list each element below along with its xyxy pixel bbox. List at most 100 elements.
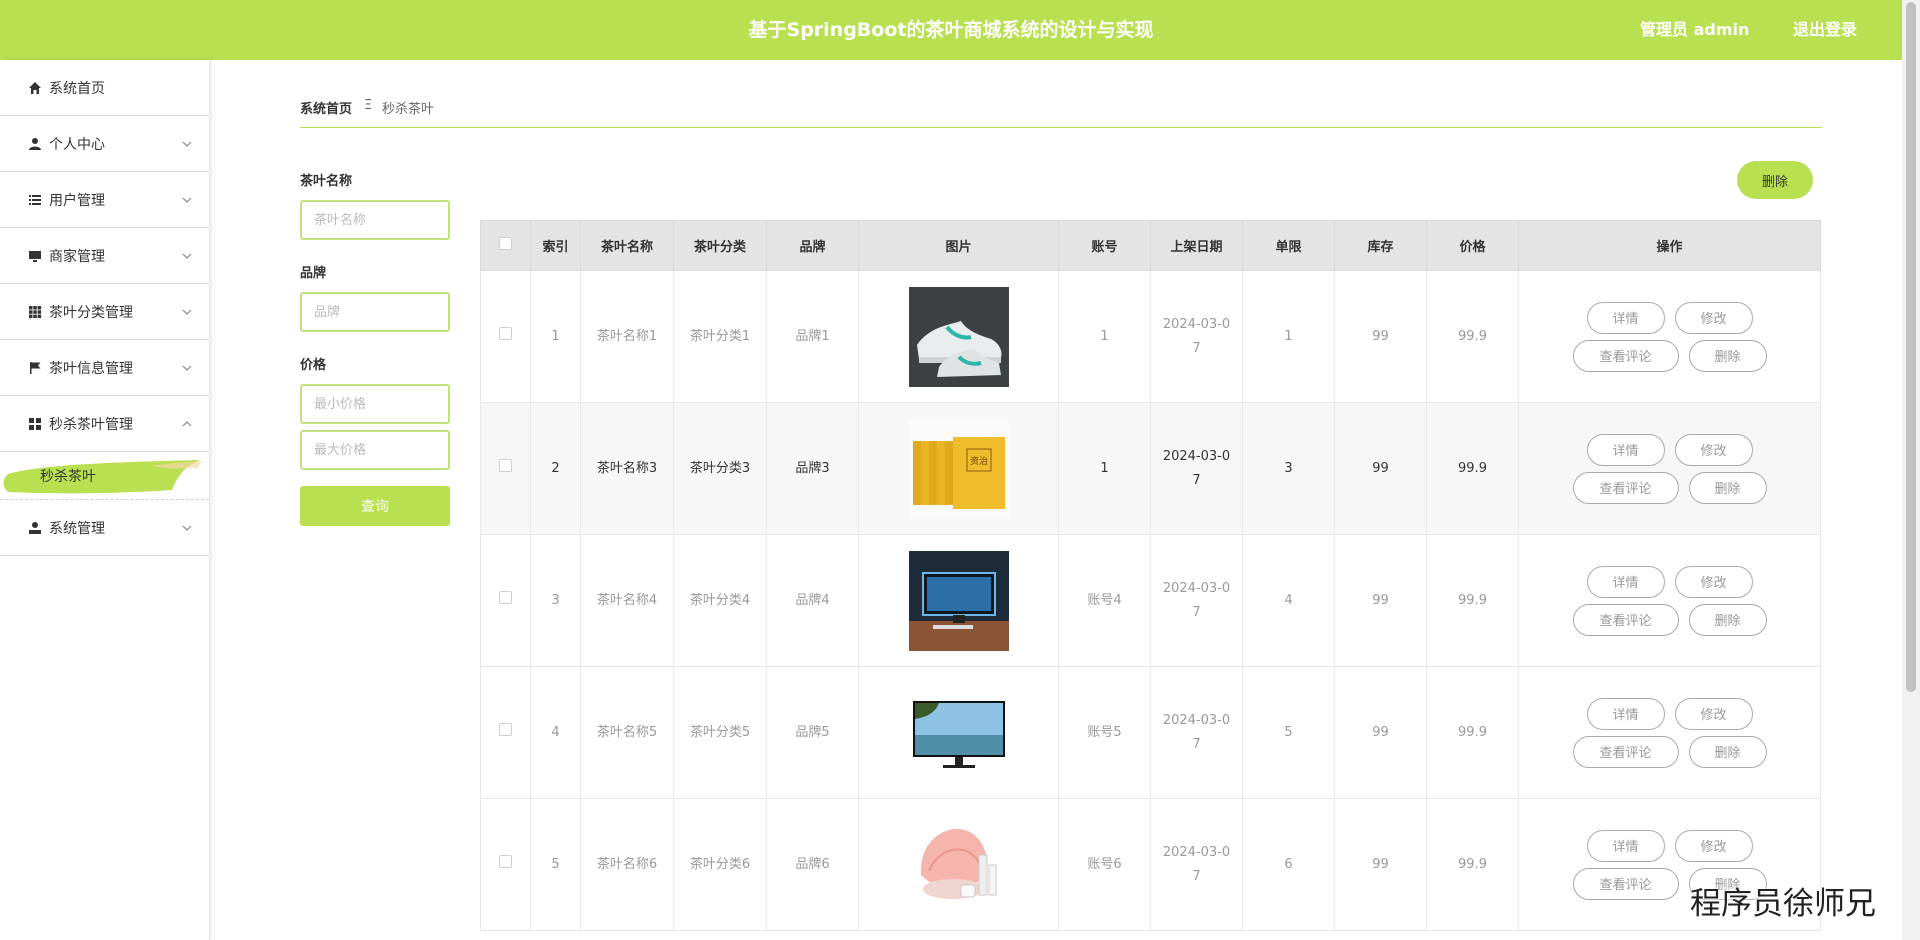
price-label: 价格 [300,358,327,373]
cell-category: 茶叶分类6 [673,798,767,931]
cell-image [858,798,1059,931]
query-button[interactable]: 查询 [300,486,450,526]
brand-input[interactable] [300,292,450,332]
cell-date-line2: 7 [1192,736,1201,752]
row-actions: 详情 修改 查看评论 删除 [1519,301,1820,372]
cell-stock: 99 [1334,270,1427,403]
column-header: 索引 [530,220,581,271]
delete-button[interactable]: 删除 [1688,735,1767,768]
cell-ops: 详情 修改 查看评论 删除 [1518,402,1821,535]
cell-stock: 99 [1334,402,1427,535]
cell-category: 茶叶分类1 [673,270,767,403]
view-comments-button[interactable]: 查看评论 [1572,471,1679,504]
cell-date-line1: 2024-03-0 [1162,448,1231,464]
sidebar-item-tea-info[interactable]: 茶叶信息管理 [0,340,209,396]
view-comments-button[interactable]: 查看评论 [1572,339,1679,372]
breadcrumb-home[interactable]: 系统首页 [300,98,352,117]
view-comments-button[interactable]: 查看评论 [1572,603,1679,636]
table-row: 5 茶叶名称6 茶叶分类6 品牌6 账号6 2024-03-0 7 6 99 99… [480,798,1821,931]
active-brush-highlight [3,460,202,494]
sidebar-item-users[interactable]: 用户管理 [0,172,209,228]
sidebar-item-flash-sale[interactable]: 秒杀茶叶管理 [0,396,209,452]
detail-button[interactable]: 详情 [1586,565,1665,598]
logout-link[interactable]: 退出登录 [1793,0,1857,60]
cell-account: 账号6 [1058,798,1151,931]
detail-button[interactable]: 详情 [1586,697,1665,730]
sidebar-item-tea-category[interactable]: 茶叶分类管理 [0,284,209,340]
detail-button[interactable]: 详情 [1586,829,1665,862]
tea-name-input[interactable] [300,200,450,240]
row-select-cell [480,798,531,931]
cell-name: 茶叶名称1 [580,270,674,403]
min-price-input[interactable] [300,384,450,424]
breadcrumb-current: 秒杀茶叶 [382,102,435,117]
row-checkbox[interactable] [499,326,512,340]
row-checkbox[interactable] [499,590,512,604]
row-checkbox[interactable] [499,458,512,472]
cell-price: 99.9 [1426,270,1519,403]
cell-date: 2024-03-0 7 [1150,798,1243,931]
product-image-book-set[interactable]: 资治 [908,418,1009,519]
cell-category: 茶叶分类4 [673,534,767,667]
watermark-text: 程序员徐师兄 [1690,886,1876,922]
row-checkbox[interactable] [499,722,512,736]
edit-button[interactable]: 修改 [1674,433,1753,466]
vertical-scrollbar[interactable] [1902,0,1920,940]
monitor-icon [28,249,42,263]
cell-account: 账号4 [1058,534,1151,667]
product-image-monitor-desk[interactable] [908,550,1009,651]
sidebar-item-merchants[interactable]: 商家管理 [0,228,209,284]
table-row: 3 茶叶名称4 茶叶分类4 品牌4 账号4 2024-03-0 7 4 99 99… [480,534,1821,667]
delete-button[interactable]: 删除 [1688,471,1767,504]
sidebar-item-personal[interactable]: 个人中心 [0,116,209,172]
delete-button[interactable]: 删除 [1688,339,1767,372]
column-header: 图片 [858,220,1059,271]
edit-button[interactable]: 修改 [1674,829,1753,862]
sidebar-item-home[interactable]: 系统首页 [0,60,209,116]
flash-sale-table: 索引 茶叶名称 茶叶分类 品牌 图片 账号 上架日期 单限 库存 价格 操作 1… [480,220,1821,931]
product-image-monitor[interactable] [908,682,1009,783]
cell-date: 2024-03-0 7 [1150,666,1243,799]
cell-image [858,666,1059,799]
view-comments-button[interactable]: 查看评论 [1572,735,1679,768]
edit-button[interactable]: 修改 [1674,565,1753,598]
cell-limit: 3 [1242,402,1335,535]
cell-image [858,534,1059,667]
sidebar-item-label: 秒杀茶叶管理 [49,416,133,433]
product-image-cosmetics[interactable] [908,814,1009,915]
cell-brand: 品牌1 [766,270,859,403]
cell-account: 1 [1058,402,1151,535]
cell-name: 茶叶名称6 [580,798,674,931]
sidebar-item-label: 茶叶分类管理 [49,304,133,321]
column-header: 库存 [1334,220,1427,271]
row-select-cell [480,534,531,667]
chevron-down-icon [182,365,192,371]
edit-button[interactable]: 修改 [1674,301,1753,334]
cell-account: 1 [1058,270,1151,403]
sidebar-item-system[interactable]: 系统管理 [0,500,209,556]
svg-text:资治: 资治 [969,455,987,467]
search-panel: 茶叶名称 品牌 价格 查询 [300,170,450,526]
batch-delete-button[interactable]: 删除 [1737,161,1813,199]
apps-icon [28,417,42,431]
delete-button[interactable]: 删除 [1688,603,1767,636]
app-title: 基于SpringBoot的茶叶商城系统的设计与实现 [748,19,1154,41]
select-all-checkbox[interactable] [499,237,512,250]
chevron-down-icon [182,525,192,531]
max-price-input[interactable] [300,430,450,470]
current-user: 管理员 admin [1640,20,1750,39]
row-select-cell [480,402,531,535]
sidebar-subitem-flash-sale-tea[interactable]: 秒杀茶叶 [0,452,209,500]
cell-date-line2: 7 [1192,340,1201,356]
detail-button[interactable]: 详情 [1586,301,1665,334]
edit-button[interactable]: 修改 [1674,697,1753,730]
detail-button[interactable]: 详情 [1586,433,1665,466]
row-checkbox[interactable] [499,854,512,868]
cell-brand: 品牌5 [766,666,859,799]
cell-brand: 品牌6 [766,798,859,931]
scrollbar-thumb[interactable] [1906,2,1916,692]
cell-image [858,270,1059,403]
product-image-sneaker[interactable] [908,286,1009,387]
cell-category: 茶叶分类3 [673,402,767,535]
view-comments-button[interactable]: 查看评论 [1572,867,1679,900]
